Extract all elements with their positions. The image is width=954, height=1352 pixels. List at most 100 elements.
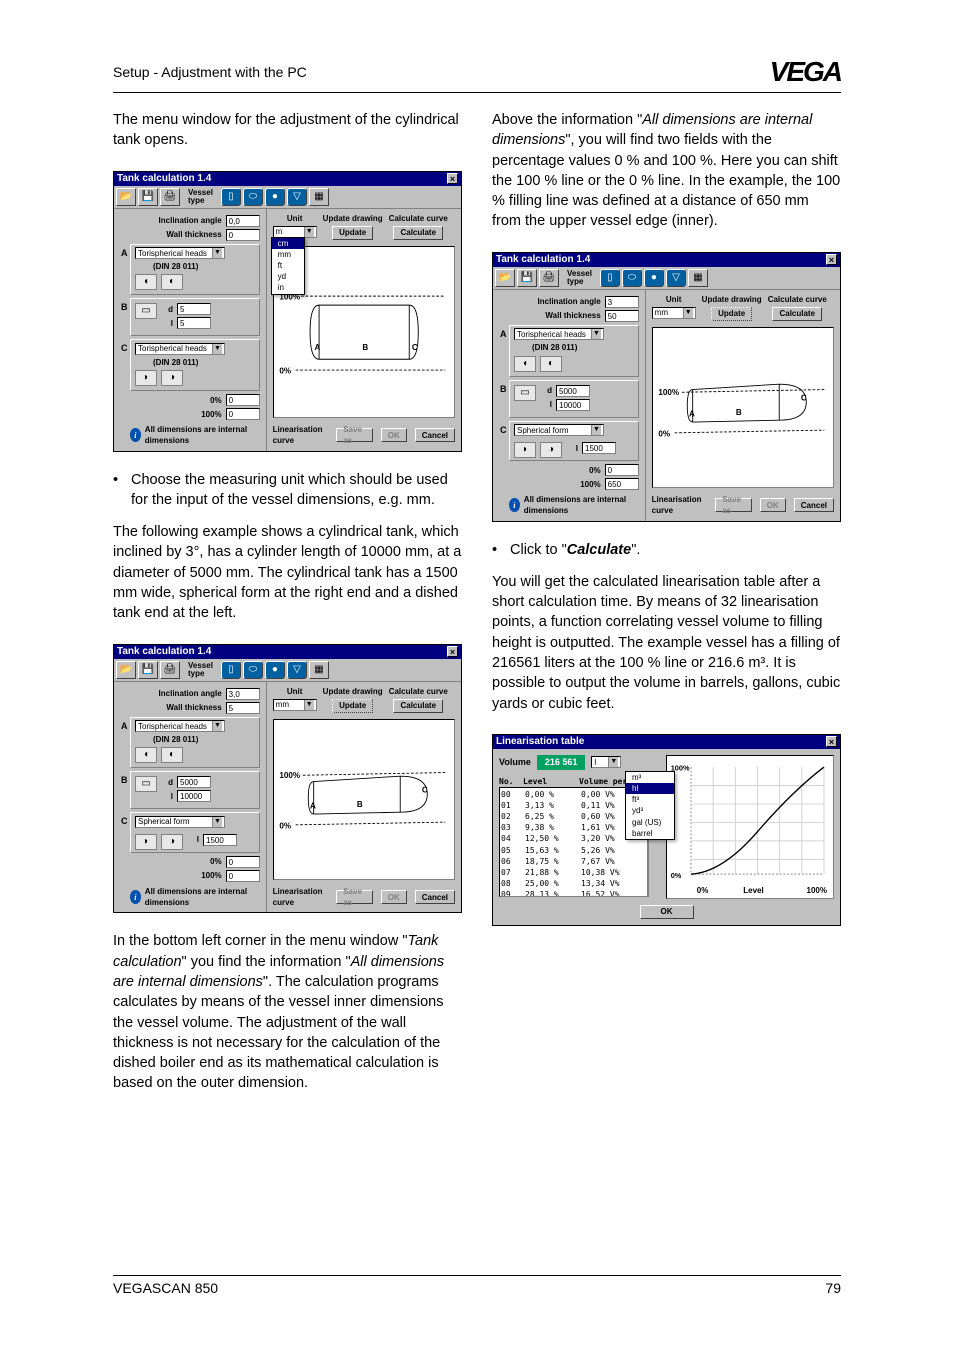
shape-a2-icon[interactable]: ◐: [161, 747, 183, 763]
unit-opt-yd3[interactable]: yd³: [626, 805, 674, 816]
unit-opt-gal[interactable]: gal (US): [626, 817, 674, 828]
dialog-titlebar[interactable]: Tank calculation 1.4 ×: [114, 172, 461, 186]
unit-opt-yd[interactable]: yd: [272, 271, 304, 282]
cancel-button[interactable]: Cancel: [415, 890, 455, 904]
vessel-type-3-icon[interactable]: ●: [644, 269, 664, 287]
calculate-button[interactable]: Calculate: [393, 699, 443, 713]
unit-opt-cm[interactable]: cm: [272, 238, 304, 249]
unit-opt-mm[interactable]: mm: [272, 249, 304, 260]
update-button[interactable]: Update: [332, 699, 373, 713]
pct100-input[interactable]: 650: [605, 478, 639, 490]
b-d-input[interactable]: 5000: [177, 776, 211, 788]
vessel-type-1-icon[interactable]: ▯: [600, 269, 620, 287]
shape-b-icon[interactable]: ▭: [135, 303, 157, 319]
close-icon[interactable]: ×: [826, 736, 837, 747]
unit-opt-barrel[interactable]: barrel: [626, 828, 674, 839]
shape-c1-icon[interactable]: ◗: [514, 442, 536, 458]
ok-button[interactable]: OK: [381, 890, 407, 904]
incl-angle-input[interactable]: 0,0: [226, 215, 260, 227]
dialog-titlebar[interactable]: Tank calculation 1.4 ×: [114, 645, 461, 659]
dialog-titlebar[interactable]: Tank calculation 1.4 ×: [493, 253, 840, 267]
wall-thick-input[interactable]: 50: [605, 310, 639, 322]
shape-a1-icon[interactable]: ◖: [135, 747, 157, 763]
vessel-type-2-icon[interactable]: ⬭: [622, 269, 642, 287]
unit-select[interactable]: mm▼: [652, 307, 696, 319]
ok-button[interactable]: OK: [760, 498, 786, 512]
vessel-type-2-icon[interactable]: ⬭: [243, 661, 263, 679]
vessel-type-4-icon[interactable]: ▽: [666, 269, 686, 287]
save-icon[interactable]: 💾: [138, 188, 158, 206]
cancel-button[interactable]: Cancel: [794, 498, 834, 512]
shape-a1-icon[interactable]: ◖: [135, 274, 157, 290]
b-l-input[interactable]: 10000: [556, 399, 590, 411]
pct0-input[interactable]: 0: [226, 394, 260, 406]
shape-b-icon[interactable]: ▭: [514, 385, 536, 401]
print-icon[interactable]: 🖨: [539, 269, 559, 287]
volume-unit-select[interactable]: l▼: [591, 756, 621, 768]
calculate-button[interactable]: Calculate: [772, 307, 822, 321]
incl-angle-input[interactable]: 3,0: [226, 688, 260, 700]
wall-thick-input[interactable]: 0: [226, 229, 260, 241]
section-c-select[interactable]: Torispherical heads▼: [135, 343, 225, 355]
wall-thick-input[interactable]: 5: [226, 702, 260, 714]
shape-b-icon[interactable]: ▭: [135, 776, 157, 792]
vessel-type-5-icon[interactable]: ▦: [688, 269, 708, 287]
vessel-type-3-icon[interactable]: ●: [265, 188, 285, 206]
section-a-select[interactable]: Torispherical heads▼: [514, 328, 604, 340]
save-as-button[interactable]: Save as: [336, 890, 373, 904]
save-icon[interactable]: 💾: [138, 661, 158, 679]
b-l-input[interactable]: 5: [177, 317, 211, 329]
unit-opt-hl[interactable]: hl: [626, 783, 674, 794]
save-icon[interactable]: 💾: [517, 269, 537, 287]
update-button[interactable]: Update: [332, 226, 373, 240]
shape-c2-icon[interactable]: ◑: [540, 442, 562, 458]
vessel-type-1-icon[interactable]: ▯: [221, 188, 241, 206]
section-c-select[interactable]: Spherical form▼: [514, 424, 604, 436]
section-c-select[interactable]: Spherical form▼: [135, 816, 225, 828]
volume-unit-dropdown[interactable]: m³ hl ft³ yd³ gal (US) barrel: [625, 771, 675, 840]
calculate-button[interactable]: Calculate: [393, 226, 443, 240]
c-l-input[interactable]: 1500: [203, 834, 237, 846]
b-d-input[interactable]: 5000: [556, 385, 590, 397]
save-as-button[interactable]: Save as: [715, 498, 752, 512]
pct100-input[interactable]: 0: [226, 870, 260, 882]
c-l-input[interactable]: 1500: [582, 442, 616, 454]
lin-ok-button[interactable]: OK: [640, 905, 694, 919]
open-icon[interactable]: 📂: [116, 188, 136, 206]
close-icon[interactable]: ×: [826, 254, 837, 265]
vessel-type-5-icon[interactable]: ▦: [309, 661, 329, 679]
vessel-type-1-icon[interactable]: ▯: [221, 661, 241, 679]
unit-opt-ft3[interactable]: ft³: [626, 794, 674, 805]
pct0-input[interactable]: 0: [226, 856, 260, 868]
close-icon[interactable]: ×: [447, 173, 458, 184]
shape-c2-icon[interactable]: ◑: [161, 370, 183, 386]
print-icon[interactable]: 🖨: [160, 188, 180, 206]
unit-opt-in[interactable]: in: [272, 282, 304, 293]
ok-button[interactable]: OK: [381, 428, 407, 442]
open-icon[interactable]: 📂: [116, 661, 136, 679]
vessel-type-3-icon[interactable]: ●: [265, 661, 285, 679]
dialog-titlebar[interactable]: Linearisation table ×: [493, 735, 840, 749]
unit-opt-ft[interactable]: ft: [272, 260, 304, 271]
vessel-type-2-icon[interactable]: ⬭: [243, 188, 263, 206]
vessel-type-4-icon[interactable]: ▽: [287, 188, 307, 206]
save-as-button[interactable]: Save as: [336, 428, 373, 442]
section-a-select[interactable]: Torispherical heads▼: [135, 247, 225, 259]
pct100-input[interactable]: 0: [226, 408, 260, 420]
shape-c1-icon[interactable]: ◗: [135, 370, 157, 386]
shape-a2-icon[interactable]: ◐: [161, 274, 183, 290]
open-icon[interactable]: 📂: [495, 269, 515, 287]
shape-a1-icon[interactable]: ◖: [514, 356, 536, 372]
cancel-button[interactable]: Cancel: [415, 428, 455, 442]
vessel-type-5-icon[interactable]: ▦: [309, 188, 329, 206]
close-icon[interactable]: ×: [447, 646, 458, 657]
pct0-input[interactable]: 0: [605, 464, 639, 476]
b-l-input[interactable]: 10000: [177, 790, 211, 802]
update-button[interactable]: Update: [711, 307, 752, 321]
shape-c1-icon[interactable]: ◗: [135, 834, 157, 850]
unit-select[interactable]: mm▼: [273, 699, 317, 711]
incl-angle-input[interactable]: 3: [605, 296, 639, 308]
vessel-type-4-icon[interactable]: ▽: [287, 661, 307, 679]
shape-a2-icon[interactable]: ◐: [540, 356, 562, 372]
unit-opt-m3[interactable]: m³: [626, 772, 674, 783]
